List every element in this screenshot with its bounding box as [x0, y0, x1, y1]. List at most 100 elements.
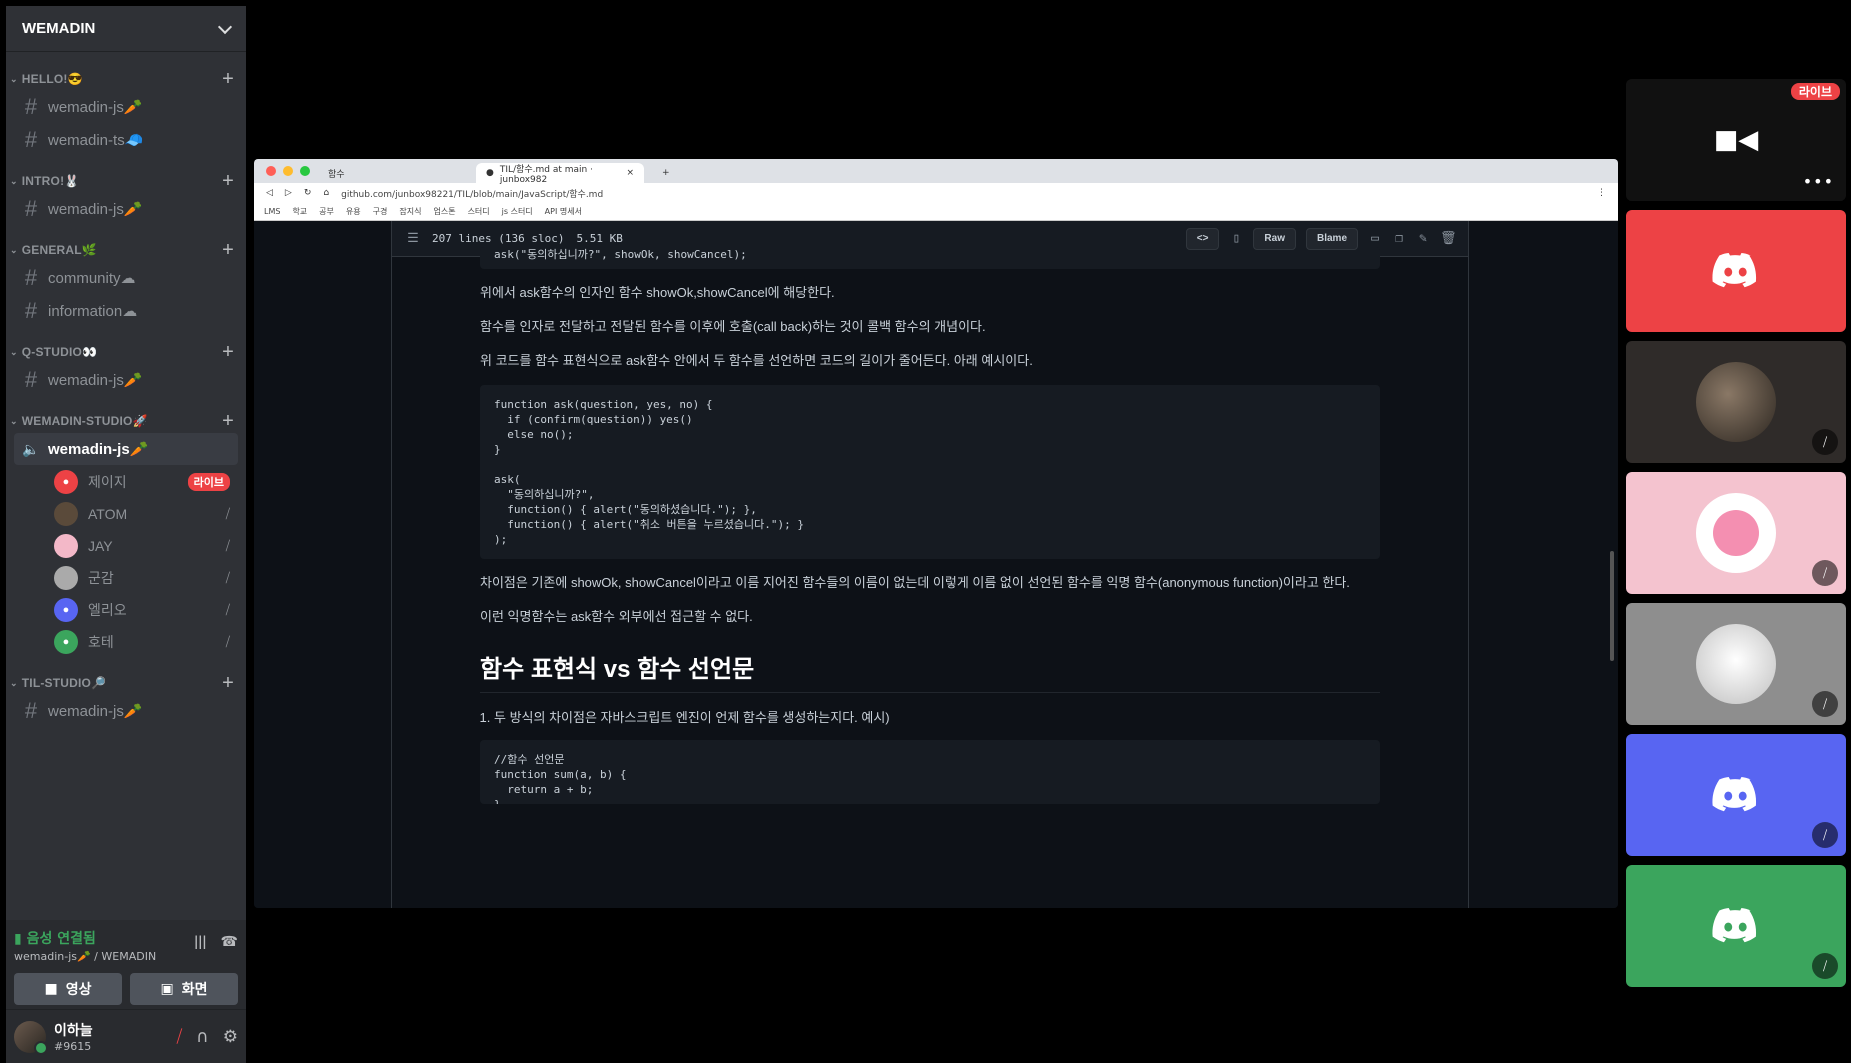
bookmark-item[interactable]: 잡지식 — [399, 206, 421, 217]
browser-tab[interactable]: 함수 — [318, 163, 468, 183]
participant-tile[interactable]: ⧸ — [1626, 603, 1846, 725]
browser-tab-active[interactable]: ● TIL/함수.md at main · junbox982 × — [476, 163, 644, 185]
mic-muted-icon[interactable]: ⧸ — [177, 1027, 183, 1047]
voice-user[interactable]: ● 호테 ⧸ — [46, 626, 238, 658]
participant-tile[interactable]: ⧸ — [1626, 341, 1846, 463]
add-channel-icon[interactable]: + — [222, 240, 234, 260]
avatar: ● — [54, 470, 78, 494]
add-channel-icon[interactable]: + — [222, 411, 234, 431]
github-icon: ● — [486, 168, 494, 178]
noise-suppression-icon[interactable]: ǀǀǀ — [194, 934, 206, 950]
file-icon[interactable]: ▯ — [1229, 231, 1243, 246]
speaker-icon: 🔈 — [22, 440, 40, 457]
browser-addressbar: ◁ ▷ ↻ ⌂ github.com/junbox98221/TIL/blob/… — [254, 183, 1618, 203]
forward-icon[interactable]: ▷ — [285, 188, 292, 198]
server-header[interactable]: WEMADIN — [6, 6, 246, 52]
signal-icon: ▮ — [14, 931, 27, 947]
category-intro[interactable]: ⌄ INTRO!🐰 + — [6, 170, 246, 192]
raw-button[interactable]: Raw — [1253, 227, 1296, 250]
add-channel-icon[interactable]: + — [222, 69, 234, 89]
category-q-studio[interactable]: ⌄ Q-STUDIO👀 + — [6, 341, 246, 363]
minimize-dot-icon[interactable] — [283, 166, 293, 176]
voice-user[interactable]: JAY ⧸ — [46, 530, 238, 562]
ordered-list: 두 방식의 차이점은 자바스크립트 엔진이 언제 함수를 생성하는지다. 예시) — [494, 707, 1380, 726]
discord-logo-icon — [1712, 908, 1757, 943]
maximize-dot-icon[interactable] — [300, 166, 310, 176]
chevron-down-icon[interactable] — [217, 19, 233, 34]
more-icon[interactable]: ••• — [1803, 172, 1834, 191]
channel-item[interactable]: # information☁ — [14, 295, 238, 327]
voice-user[interactable]: ATOM ⧸ — [46, 498, 238, 530]
channel-item[interactable]: # wemadin-js🥕 — [14, 364, 238, 396]
channel-item[interactable]: # wemadin-ts🧢 — [14, 124, 238, 156]
voice-user-name: ATOM — [88, 506, 128, 522]
reload-icon[interactable]: ↻ — [304, 188, 312, 198]
bookmark-item[interactable]: 공부 — [319, 206, 334, 217]
desktop-icon[interactable]: ▭ — [1368, 231, 1382, 246]
bookmark-item[interactable]: 스터디 — [468, 206, 490, 217]
headphones-icon[interactable]: ∩ — [196, 1027, 208, 1047]
gear-icon[interactable]: ⚙ — [223, 1027, 238, 1047]
channel-item[interactable]: # wemadin-js🥕 — [14, 193, 238, 225]
video-button[interactable]: ■ 영상 — [14, 973, 122, 1005]
channel-item[interactable]: # wemadin-js🥕 — [14, 91, 238, 123]
bookmark-item[interactable]: 유용 — [346, 206, 361, 217]
screen-share-icon: ▣ — [160, 981, 174, 997]
participant-tile[interactable]: ⧸ — [1626, 472, 1846, 594]
shared-screen[interactable]: 함수 ● TIL/함수.md at main · junbox982 × + ◁ ▷… — [254, 159, 1618, 908]
markdown-body: ask("동의하십니까?", showOk, showCancel); 위에서 … — [392, 247, 1468, 804]
category-til-studio[interactable]: ⌄ TIL-STUDIO🔎 + — [6, 672, 246, 694]
code-block: ask("동의하십니까?", showOk, showCancel); — [480, 247, 1380, 269]
bookmark-item[interactable]: 업스톤 — [433, 206, 455, 217]
home-icon[interactable]: ⌂ — [323, 188, 329, 198]
voice-user[interactable]: ● 엘리오 ⧸ — [46, 594, 238, 626]
screen-share-button[interactable]: ▣ 화면 — [130, 973, 238, 1005]
bookmark-item[interactable]: API 명세서 — [545, 206, 582, 217]
close-dot-icon[interactable] — [266, 166, 276, 176]
category-hello[interactable]: ⌄ HELLO!😎 + — [6, 68, 246, 90]
copy-icon[interactable]: ❐ — [1392, 231, 1406, 246]
bookmark-item[interactable]: LMS — [264, 207, 280, 216]
camera-icon: ■ — [44, 981, 58, 997]
blame-button[interactable]: Blame — [1305, 227, 1358, 250]
extensions-icon[interactable]: ⋮ — [1597, 188, 1606, 198]
back-icon[interactable]: ◁ — [266, 188, 273, 198]
close-tab-icon[interactable]: × — [626, 168, 634, 178]
category-general[interactable]: ⌄ GENERAL🌿 + — [6, 239, 246, 261]
new-tab-icon[interactable]: + — [652, 163, 680, 183]
voice-status[interactable]: ▮ 음성 연결됨 — [14, 928, 156, 948]
code-view-button[interactable]: <> — [1185, 227, 1220, 250]
voice-user[interactable]: ● 제이지 라이브 — [46, 466, 238, 498]
disconnect-icon[interactable]: ☎ — [221, 934, 238, 950]
user-avatar[interactable] — [14, 1020, 48, 1055]
url-input[interactable]: github.com/junbox98221/TIL/blob/main/Jav… — [341, 187, 1585, 200]
bookmark-item[interactable]: 구경 — [373, 206, 388, 217]
add-channel-icon[interactable]: + — [222, 673, 234, 693]
voice-channel-item[interactable]: 🔈 wemadin-js🥕 — [14, 433, 238, 465]
category-wemadin-studio[interactable]: ⌄ WEMADIN-STUDIO🚀 + — [6, 410, 246, 432]
add-channel-icon[interactable]: + — [222, 171, 234, 191]
bookmark-item[interactable]: 학교 — [292, 206, 307, 217]
add-channel-icon[interactable]: + — [222, 342, 234, 362]
bookmark-item[interactable]: js 스터디 — [502, 206, 533, 217]
voice-user-name: 군감 — [88, 570, 114, 586]
hash-icon: # — [24, 127, 38, 152]
voice-user[interactable]: 군감 ⧸ — [46, 562, 238, 594]
category-label: HELLO!😎 — [21, 72, 83, 86]
trash-icon[interactable]: 🗑 — [1440, 231, 1457, 246]
server-name: WEMADIN — [22, 20, 96, 37]
pencil-icon[interactable]: ✎ — [1416, 231, 1430, 246]
participant-tile[interactable]: ⧸ — [1626, 734, 1846, 856]
live-badge: 라이브 — [187, 473, 230, 491]
participant-tile[interactable]: ⧸ — [1626, 865, 1846, 987]
mic-muted-icon: ⧸ — [1812, 429, 1838, 455]
participant-tile[interactable] — [1626, 210, 1846, 332]
category-label: INTRO!🐰 — [21, 174, 80, 188]
channel-item[interactable]: # community☁ — [14, 262, 238, 294]
scrollbar[interactable] — [1610, 551, 1614, 661]
discord-logo-icon — [1712, 777, 1757, 812]
participant-tile-stream[interactable]: 라이브 ■◀ ••• — [1626, 79, 1846, 201]
channel-item[interactable]: # wemadin-js🥕 — [14, 695, 238, 727]
paragraph: 이런 익명함수는 ask함수 외부에선 접근할 수 없다. — [480, 609, 753, 624]
list-icon[interactable]: ☰ — [406, 231, 420, 246]
